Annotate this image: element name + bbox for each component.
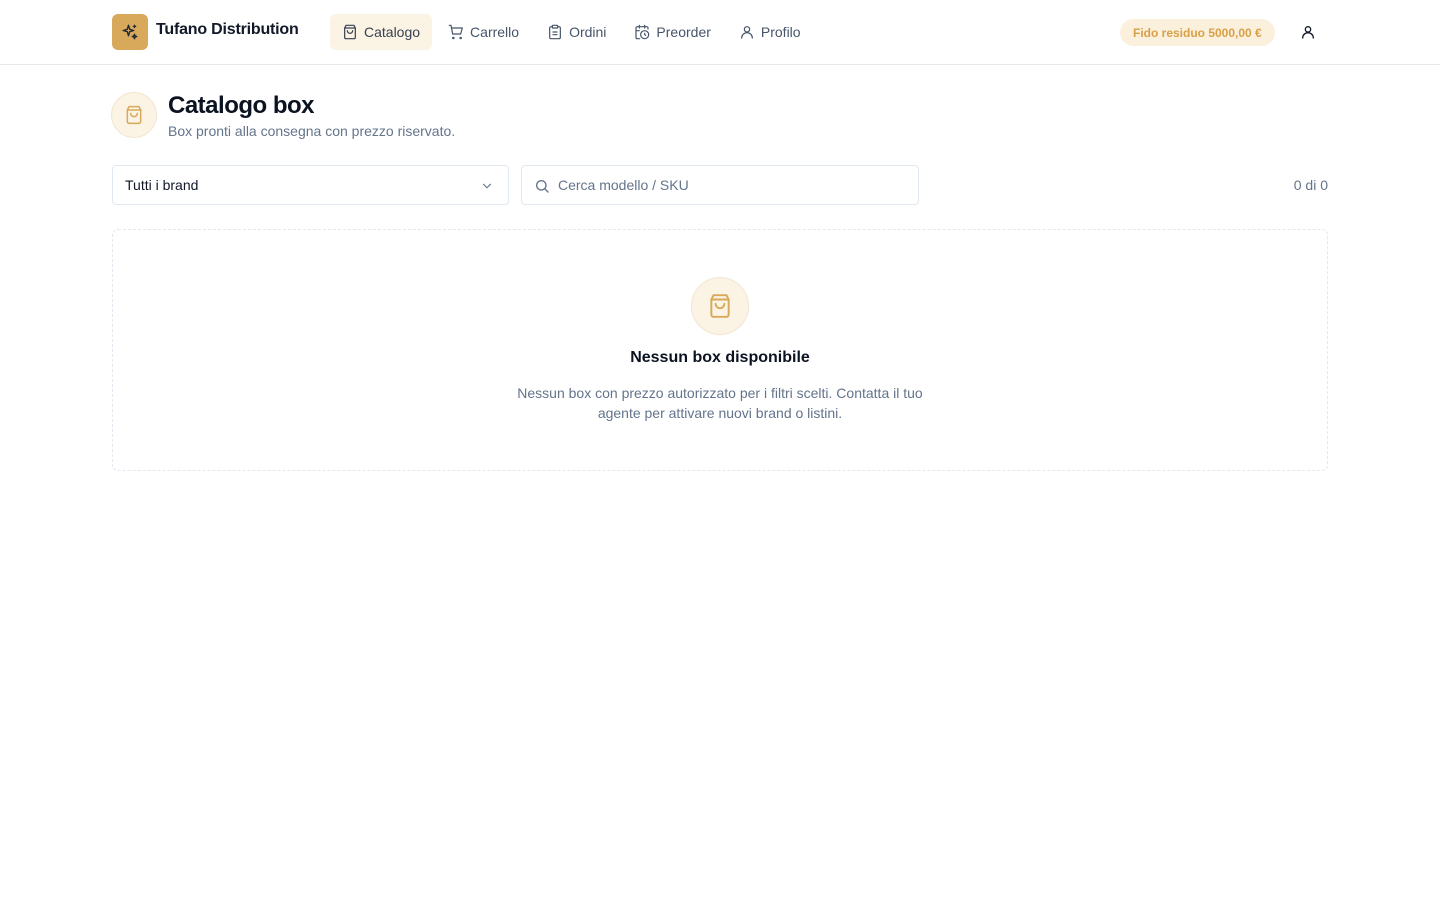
empty-state-icon <box>691 277 749 335</box>
shopping-bag-icon <box>126 105 142 125</box>
search-input[interactable] <box>558 166 908 204</box>
calendar-clock-icon <box>635 24 650 40</box>
user-icon <box>740 26 753 39</box>
search-field <box>521 165 919 205</box>
empty-state-message: Nessun box con prezzo autorizzato per i … <box>517 385 923 421</box>
brand-name[interactable]: Tufano Distribution <box>156 21 299 39</box>
nav-label: Profilo <box>760 24 801 40</box>
shopping-bag-icon <box>710 294 730 318</box>
top-navigation-bar: Tufano Distribution Catalogo Carrello Or… <box>0 0 1440 65</box>
sparkles-icon <box>122 24 138 40</box>
page-header-icon <box>111 92 157 138</box>
brand-select[interactable]: Tutti i brand <box>112 165 509 205</box>
nav-label: Ordini <box>569 24 607 40</box>
page-title: Catalogo box <box>168 92 315 119</box>
nav-label: Preorder <box>656 24 711 40</box>
nav-item-catalogo[interactable]: Catalogo <box>330 14 433 50</box>
search-icon <box>536 180 549 193</box>
chevron-down-icon <box>482 183 492 189</box>
clipboard-icon <box>549 24 561 40</box>
credit-badge: Fido residuo 5000,00 € <box>1120 19 1275 46</box>
nav-item-carrello[interactable]: Carrello <box>436 14 531 50</box>
brand-select-value: Tutti i brand <box>125 177 199 193</box>
page-subtitle: Box pronti alla consegna con prezzo rise… <box>168 123 456 139</box>
nav-label: Carrello <box>470 24 520 40</box>
nav-item-preorder[interactable]: Preorder <box>622 14 722 50</box>
nav-item-ordini[interactable]: Ordini <box>535 14 618 50</box>
brand-logo[interactable] <box>112 14 148 50</box>
empty-state-title: Nessun box disponibile <box>630 349 810 366</box>
result-count: 0 di 0 <box>1293 177 1328 193</box>
nav-item-profilo[interactable]: Profilo <box>727 14 813 50</box>
user-menu-button[interactable] <box>1296 20 1320 44</box>
main-nav: Catalogo Carrello Ordini Preorder Profil… <box>330 14 817 50</box>
nav-label: Catalogo <box>364 24 421 40</box>
user-icon <box>1302 26 1314 39</box>
shopping-bag-icon <box>344 24 356 40</box>
empty-state: Nessun box disponibile Nessun box con pr… <box>112 229 1328 471</box>
shopping-cart-icon <box>448 24 463 40</box>
